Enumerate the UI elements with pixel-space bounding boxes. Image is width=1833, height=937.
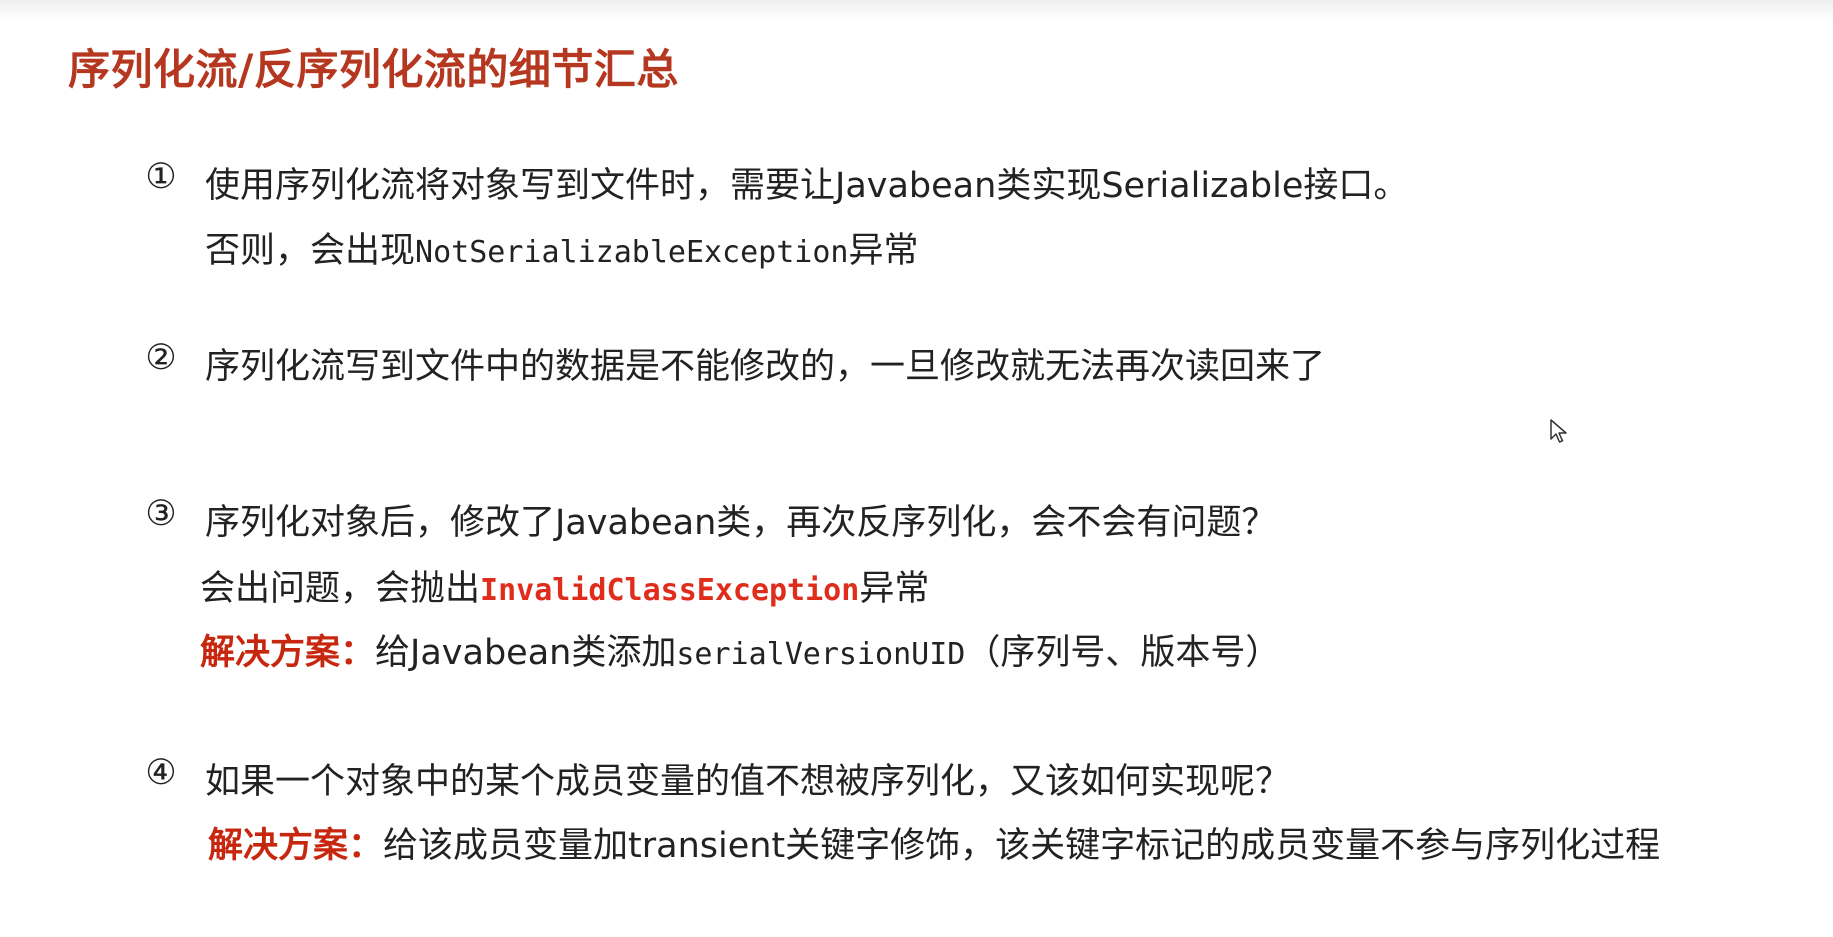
item-3-solution: 解决方案：给Javabean类添加serialVersionUID（序列号、版本… [200, 624, 1280, 675]
item-1-line2: 否则，会出现NotSerializableException异常 [205, 222, 919, 273]
item-2-marker: ② [145, 338, 177, 378]
item-4-solution-text: 给该成员变量加transient关键字修饰，该关键字标记的成员变量不参与序列化过… [383, 826, 1661, 866]
item-3-solution-suffix: （序列号、版本号） [965, 633, 1281, 673]
top-edge [0, 0, 1833, 20]
item-4-marker: ④ [145, 753, 177, 793]
item-1-line2-suffix: 异常 [848, 231, 919, 271]
item-1-line2-prefix: 否则，会出现 [205, 231, 416, 271]
item-1-line1: 使用序列化流将对象写到文件时，需要让Javabean类实现Serializabl… [205, 166, 1409, 206]
item-3-marker: ③ [145, 494, 177, 534]
item-3-solution-prefix: 给Javabean类添加 [375, 633, 677, 673]
item-4-line1: 如果一个对象中的某个成员变量的值不想被序列化，又该如何实现呢？ [205, 762, 1291, 802]
item-1-exception-code: NotSerializableException [415, 235, 849, 270]
page-title: 序列化流/反序列化流的细节汇总 [68, 45, 679, 94]
item-4-solution: 解决方案：给该成员变量加transient关键字修饰，该关键字标记的成员变量不参… [208, 817, 1660, 868]
item-3-line2: 会出问题，会抛出InvalidClassException异常 [200, 560, 929, 611]
mouse-cursor-icon [1550, 419, 1567, 443]
item-3-line2-prefix: 会出问题，会抛出 [200, 569, 481, 609]
item-2-line1: 序列化流写到文件中的数据是不能修改的，一旦修改就无法再次读回来了 [205, 347, 1326, 387]
item-3-solution-label: 解决方案： [200, 633, 376, 673]
item-3-solution-code: serialVersionUID [676, 637, 966, 672]
item-3-exception-code: InvalidClassException [480, 573, 860, 608]
item-3-line2-suffix: 异常 [859, 569, 930, 609]
item-3-line1: 序列化对象后，修改了Javabean类，再次反序列化，会不会有问题？ [205, 503, 1277, 543]
item-1-marker: ① [145, 157, 177, 197]
item-4-solution-label: 解决方案： [208, 826, 384, 866]
